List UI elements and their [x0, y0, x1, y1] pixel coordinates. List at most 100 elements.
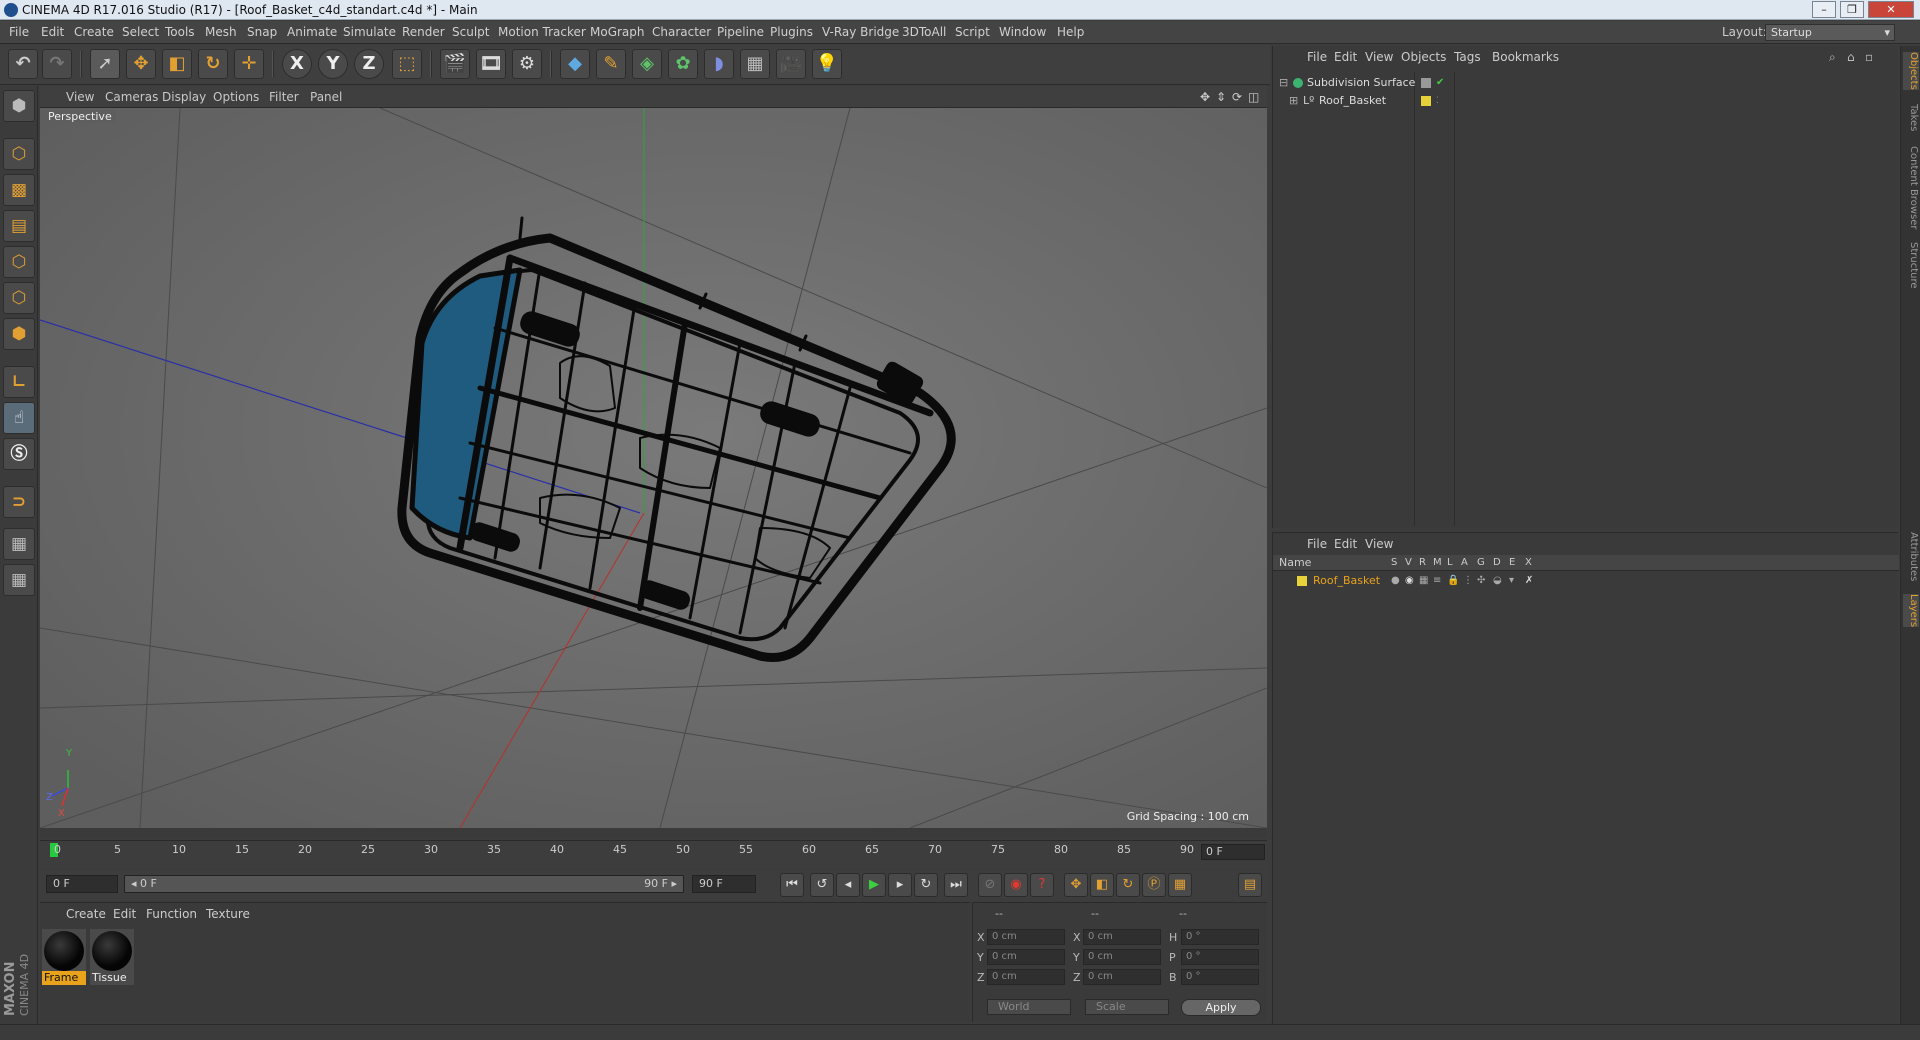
- material-menu-texture[interactable]: Texture: [206, 903, 250, 925]
- objects-menu-objects[interactable]: Objects: [1401, 46, 1446, 68]
- new-window-icon[interactable]: ▫: [1865, 46, 1873, 68]
- current-frame-field[interactable]: 0 F: [1201, 844, 1265, 860]
- layers-menu-view[interactable]: View: [1365, 533, 1393, 555]
- render-settings-icon[interactable]: ⚙: [512, 49, 542, 79]
- goto-start-icon[interactable]: ⏮: [780, 873, 804, 897]
- key-rotation-icon[interactable]: ↻: [1116, 873, 1140, 897]
- size-mode-select[interactable]: Scale: [1085, 999, 1169, 1015]
- menu-window[interactable]: Window: [999, 21, 1046, 44]
- menu-mesh[interactable]: Mesh: [205, 21, 237, 44]
- 3d-viewport[interactable]: Y Z X Perspective Grid Spacing : 100 cm: [40, 108, 1267, 828]
- size-x-field[interactable]: 0 cm: [1083, 929, 1161, 945]
- manager-toggle-icon[interactable]: ≡: [1433, 573, 1441, 589]
- apply-button[interactable]: Apply: [1181, 999, 1261, 1016]
- expression-toggle-icon[interactable]: ▾: [1509, 573, 1514, 589]
- start-frame-field[interactable]: 0 F: [46, 875, 118, 893]
- end-frame-field[interactable]: 90 F: [692, 875, 756, 893]
- key-parameter-icon[interactable]: Ⓟ: [1142, 873, 1166, 897]
- tweak-mode-icon[interactable]: ☝: [3, 402, 35, 434]
- viewport-camera-label[interactable]: Perspective: [44, 110, 116, 123]
- rotate-icon[interactable]: ↻: [198, 49, 228, 79]
- keyframe-selection-icon[interactable]: ?: [1030, 873, 1054, 897]
- menu-pipeline[interactable]: Pipeline: [717, 21, 764, 44]
- tab-content-browser[interactable]: Content Browser: [1903, 146, 1919, 229]
- menu-tools[interactable]: Tools: [165, 21, 195, 44]
- render-toggle-icon[interactable]: ▦: [1419, 573, 1428, 589]
- tab-layers[interactable]: Layers: [1903, 594, 1919, 628]
- position-y-field[interactable]: 0 cm: [987, 949, 1065, 965]
- camera-icon[interactable]: 🎥: [776, 49, 806, 79]
- expand-toggle-icon[interactable]: ⊞: [1289, 92, 1298, 110]
- menu-simulate[interactable]: Simulate: [343, 21, 396, 44]
- viewport-maximize-icon[interactable]: ◫: [1248, 86, 1259, 108]
- viewport-menu-filter[interactable]: Filter: [269, 86, 299, 108]
- y-axis-lock-button[interactable]: Y: [318, 49, 348, 79]
- snap-icon[interactable]: Ⓢ: [3, 438, 35, 470]
- enabled-check-icon[interactable]: ✔: [1436, 74, 1444, 92]
- search-icon[interactable]: ⌕: [1829, 46, 1836, 68]
- menu-snap[interactable]: Snap: [247, 21, 277, 44]
- model-mode-icon[interactable]: ⬡: [3, 138, 35, 170]
- record-keys-icon[interactable]: ⊘: [978, 873, 1002, 897]
- transform-icon[interactable]: ✛: [234, 49, 264, 79]
- select-arrow-icon[interactable]: ➚: [90, 49, 120, 79]
- viewport-menu-view[interactable]: View: [66, 86, 94, 108]
- next-frame-icon[interactable]: ▸: [888, 873, 912, 897]
- tab-attributes[interactable]: Attributes: [1903, 532, 1919, 581]
- play-icon[interactable]: ▶: [862, 873, 886, 897]
- coordinate-system-icon[interactable]: ⬚: [392, 49, 422, 79]
- material-swatch-tissue[interactable]: Tissue: [90, 929, 134, 985]
- rotation-p-field[interactable]: 0 °: [1181, 949, 1259, 965]
- coordinate-space-select[interactable]: World: [987, 999, 1071, 1015]
- edges-mode-icon[interactable]: ⬡: [3, 282, 35, 314]
- menu-vray-bridge[interactable]: V-Ray Bridge: [822, 21, 899, 44]
- cube-primitive-icon[interactable]: ◆: [560, 49, 590, 79]
- menu-character[interactable]: Character: [652, 21, 711, 44]
- solo-toggle-icon[interactable]: ●: [1391, 573, 1400, 589]
- redo-icon[interactable]: ↷: [42, 49, 72, 79]
- layers-menu-file[interactable]: File: [1307, 533, 1327, 555]
- viewport-menu-options[interactable]: Options: [213, 86, 259, 108]
- view-toggle-icon[interactable]: ◉: [1405, 573, 1414, 589]
- cloner-icon[interactable]: ✿: [668, 49, 698, 79]
- layer-row-roof-basket[interactable]: Roof_Basket ● ◉ ▦ ≡ 🔒 ⋮ ✣ ◒ ▾ ✗: [1273, 573, 1893, 589]
- next-key-icon[interactable]: ↻: [914, 873, 938, 897]
- prev-key-icon[interactable]: ↺: [810, 873, 834, 897]
- undo-icon[interactable]: ↶: [8, 49, 38, 79]
- move-icon[interactable]: ✥: [126, 49, 156, 79]
- objects-menu-edit[interactable]: Edit: [1334, 46, 1357, 68]
- menu-create[interactable]: Create: [74, 21, 114, 44]
- menu-3dtoall[interactable]: 3DToAll: [902, 21, 946, 44]
- menu-mograph[interactable]: MoGraph: [590, 21, 645, 44]
- viewport-menu-cameras[interactable]: Cameras: [105, 86, 158, 108]
- deformer-icon[interactable]: ◗: [704, 49, 734, 79]
- floor-environment-icon[interactable]: ▦: [740, 49, 770, 79]
- size-z-field[interactable]: 0 cm: [1083, 969, 1161, 985]
- axis-mode-icon[interactable]: ∟: [3, 366, 35, 398]
- animation-toggle-icon[interactable]: ⋮: [1463, 573, 1473, 589]
- timeline-ruler[interactable]: 0 5 10 15 20 25 30 35 40 45 50 55 60 65 …: [40, 840, 1267, 868]
- make-editable-icon[interactable]: ⬢: [3, 90, 35, 122]
- menu-animate[interactable]: Animate: [287, 21, 337, 44]
- visibility-dots-icon[interactable]: ⁚: [1436, 92, 1439, 110]
- rotation-h-field[interactable]: 0 °: [1181, 929, 1259, 945]
- polygons-mode-icon[interactable]: ⬢: [3, 318, 35, 350]
- material-menu-function[interactable]: Function: [146, 903, 197, 925]
- menu-plugins[interactable]: Plugins: [770, 21, 813, 44]
- viewport-rotate-icon[interactable]: ⟳: [1232, 86, 1242, 108]
- layer-color-swatch[interactable]: [1297, 576, 1307, 586]
- key-position-icon[interactable]: ✥: [1064, 873, 1088, 897]
- material-menu-edit[interactable]: Edit: [113, 903, 136, 925]
- render-picture-viewer-icon[interactable]: 🎞: [476, 49, 506, 79]
- key-scale-icon[interactable]: ◧: [1090, 873, 1114, 897]
- tab-objects[interactable]: Objects: [1903, 52, 1919, 90]
- size-y-field[interactable]: 0 cm: [1083, 949, 1161, 965]
- z-axis-lock-button[interactable]: Z: [354, 49, 384, 79]
- viewport-zoom-icon[interactable]: ⇕: [1216, 86, 1226, 108]
- key-pla-icon[interactable]: ▦: [1168, 873, 1192, 897]
- minimize-button[interactable]: –: [1812, 1, 1836, 18]
- menu-motion-tracker[interactable]: Motion Tracker: [498, 21, 586, 44]
- maximize-button[interactable]: ❐: [1840, 1, 1864, 18]
- objects-menu-tags[interactable]: Tags: [1454, 46, 1481, 68]
- objects-menu-bookmarks[interactable]: Bookmarks: [1492, 46, 1559, 68]
